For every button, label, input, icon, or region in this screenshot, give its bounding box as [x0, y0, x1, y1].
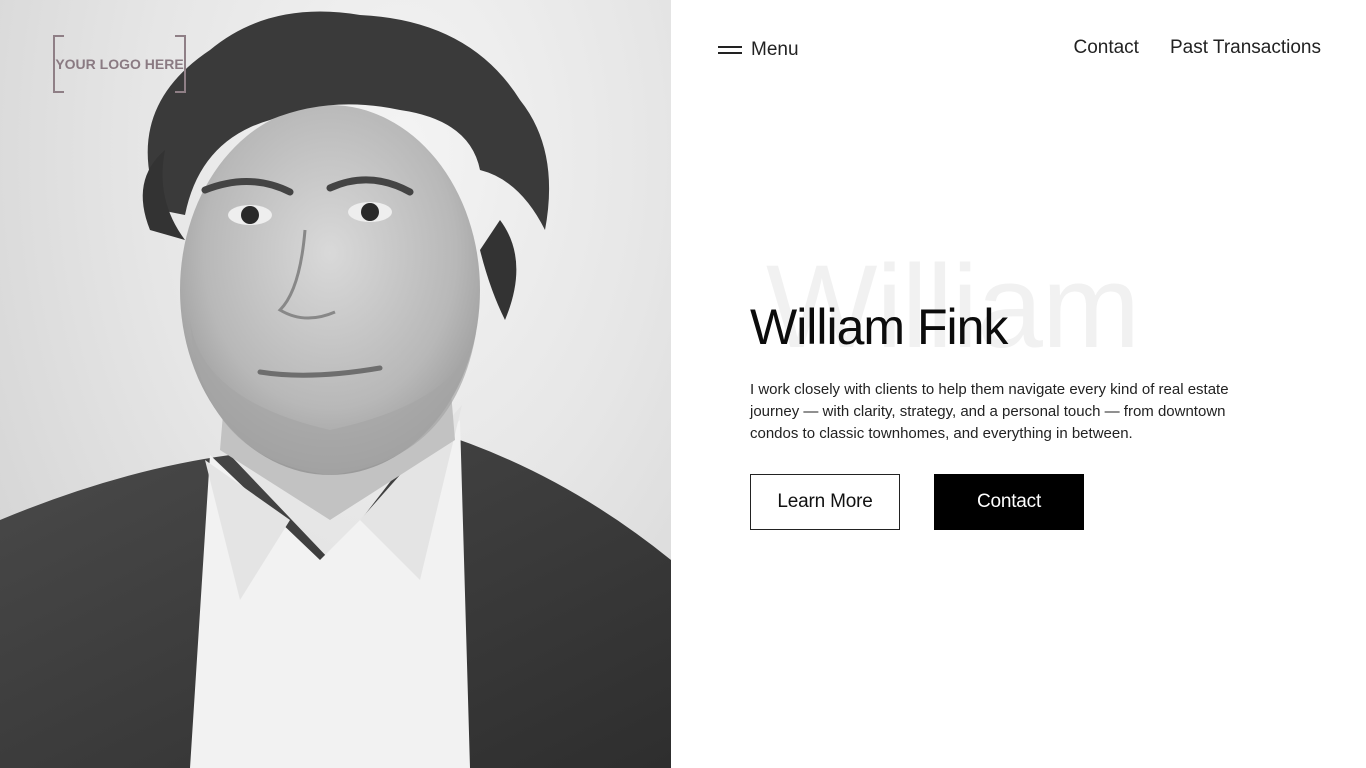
logo-text: YOUR LOGO HERE [55, 56, 184, 72]
learn-more-button[interactable]: Learn More [750, 474, 900, 530]
menu-button[interactable]: Menu [718, 37, 799, 63]
logo[interactable]: YOUR LOGO HERE [53, 35, 186, 93]
portrait-illustration [0, 11, 671, 768]
logo-bracket-right [175, 35, 186, 93]
portrait-photo: YOUR LOGO HERE [0, 0, 671, 768]
hero-description: I work closely with clients to help them… [750, 381, 1229, 442]
top-nav: Contact Past Transactions [1073, 37, 1321, 59]
page-title: William Fink [750, 299, 1008, 355]
logo-bracket-left [53, 35, 64, 93]
contact-button[interactable]: Contact [934, 474, 1084, 530]
nav-link-past-transactions[interactable]: Past Transactions [1170, 37, 1321, 59]
nav-link-contact[interactable]: Contact [1073, 37, 1138, 59]
hamburger-icon [718, 45, 742, 55]
menu-label: Menu [751, 39, 799, 60]
